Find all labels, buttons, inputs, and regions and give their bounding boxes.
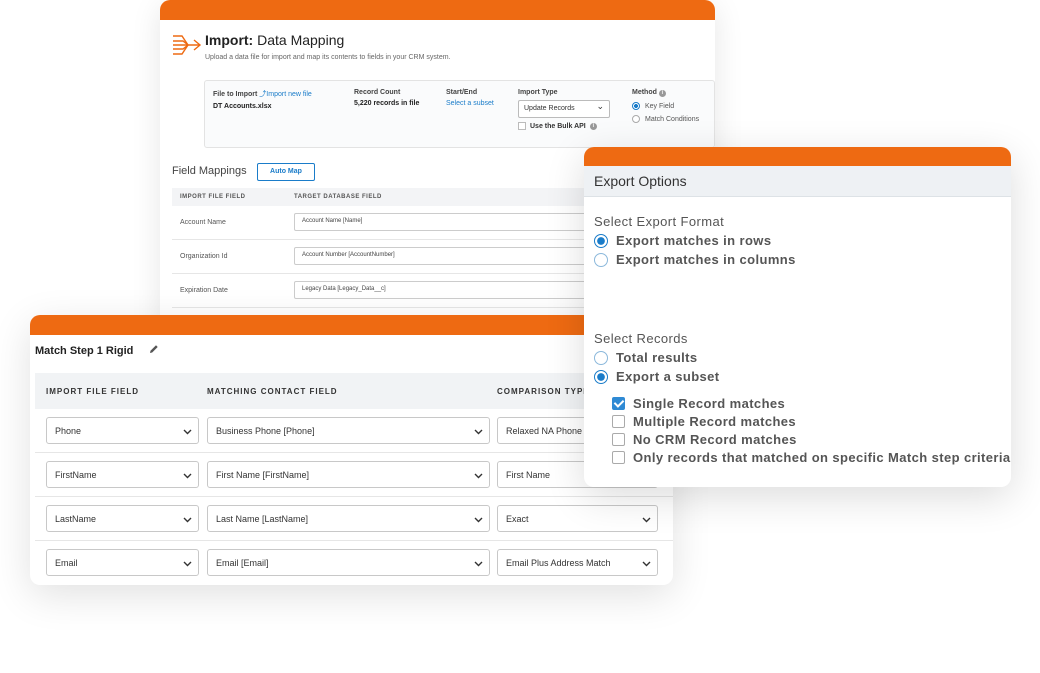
- single-record-matches-checkbox[interactable]: Single Record matches: [612, 396, 785, 411]
- checkbox-icon: [612, 415, 625, 428]
- total-results-radio[interactable]: Total results: [594, 350, 698, 365]
- chevron-down-icon: [474, 473, 483, 479]
- select-subset-link[interactable]: Select a subset: [446, 100, 494, 107]
- chevron-down-icon: [474, 429, 483, 435]
- comparison-type-select[interactable]: Exact: [497, 505, 658, 532]
- method-group: Method i Key Field Match Conditions: [632, 89, 700, 123]
- chevron-down-icon: [474, 561, 483, 567]
- import-new-file-link[interactable]: ⤴Import new file: [259, 91, 312, 98]
- record-count-group: Record Count 5,220 records in file: [354, 89, 420, 107]
- radio-icon: [594, 252, 608, 267]
- auto-map-button[interactable]: Auto Map: [257, 163, 315, 181]
- match-step-card: Match Step 1 Rigid IMPORT FILE FIELD MAT…: [30, 315, 673, 585]
- method-key-field-radio[interactable]: Key Field: [632, 102, 699, 110]
- no-crm-record-matches-checkbox[interactable]: No CRM Record matches: [612, 432, 797, 447]
- file-field-select[interactable]: Phone: [46, 417, 199, 444]
- info-icon: i: [658, 90, 666, 97]
- bulk-api-checkbox[interactable]: Use the Bulk API i: [518, 122, 610, 130]
- table-row: Email Email [Email] Email Plus Address M…: [35, 541, 673, 585]
- checkbox-icon: [612, 451, 625, 464]
- export-rows-radio[interactable]: Export matches in rows: [594, 233, 771, 248]
- import-logo-icon: [173, 35, 202, 55]
- export-options-card: Export Options Select Export Format Expo…: [584, 147, 1011, 487]
- contact-field-select[interactable]: Business Phone [Phone]: [207, 417, 490, 444]
- table-row: Phone Business Phone [Phone] Relaxed NA …: [35, 409, 673, 453]
- file-name: DT Accounts.xlsx: [213, 103, 272, 110]
- radio-selected-icon: [594, 369, 608, 384]
- chevron-down-icon: [642, 517, 651, 523]
- table-row: FirstName First Name [FirstName] First N…: [35, 453, 673, 497]
- file-to-import-group: File to Import ⤴Import new file DT Accou…: [213, 91, 312, 110]
- match-step-title: Match Step 1 Rigid: [35, 345, 134, 357]
- chevron-down-icon: [183, 561, 192, 567]
- match-table-header: IMPORT FILE FIELD MATCHING CONTACT FIELD…: [35, 373, 673, 409]
- chevron-down-icon: [642, 561, 651, 567]
- multiple-record-matches-checkbox[interactable]: Multiple Record matches: [612, 414, 796, 429]
- comparison-type-select[interactable]: Email Plus Address Match: [497, 549, 658, 576]
- import-type-select[interactable]: Update Records: [518, 100, 610, 118]
- import-header: Import: Data Mapping Upload a data file …: [172, 28, 702, 68]
- field-mappings-title: Field Mappings: [172, 165, 247, 177]
- chevron-down-icon: [183, 517, 192, 523]
- export-format-label: Select Export Format: [594, 214, 725, 229]
- select-records-label: Select Records: [594, 331, 688, 346]
- checkbox-icon: [518, 122, 526, 130]
- page-title: Import: Data Mapping: [205, 32, 345, 48]
- contact-field-select[interactable]: Email [Email]: [207, 549, 490, 576]
- specific-match-step-checkbox[interactable]: Only records that matched on specific Ma…: [612, 450, 1011, 465]
- page-subtitle: Upload a data file for import and map it…: [205, 54, 451, 61]
- import-type-group: Import Type Update Records Use the Bulk …: [518, 89, 610, 130]
- radio-selected-icon: [594, 233, 608, 248]
- card-top-bar: [584, 147, 1011, 166]
- info-icon: i: [589, 122, 597, 130]
- file-field-select[interactable]: Email: [46, 549, 199, 576]
- pencil-icon[interactable]: [148, 343, 160, 355]
- start-end-group: Start/End Select a subset: [446, 89, 494, 107]
- chevron-down-icon: [183, 473, 192, 479]
- checkbox-icon: [612, 433, 625, 446]
- checkbox-checked-icon: [612, 397, 625, 410]
- import-settings-box: File to Import ⤴Import new file DT Accou…: [204, 80, 715, 148]
- file-field-select[interactable]: FirstName: [46, 461, 199, 488]
- method-match-conditions-radio[interactable]: Match Conditions: [632, 115, 699, 123]
- radio-icon: [594, 350, 608, 365]
- chevron-down-icon: [183, 429, 192, 435]
- chevron-down-icon: [474, 517, 483, 523]
- contact-field-select[interactable]: First Name [FirstName]: [207, 461, 490, 488]
- card-top-bar: [160, 0, 715, 20]
- contact-field-select[interactable]: Last Name [LastName]: [207, 505, 490, 532]
- file-field-select[interactable]: LastName: [46, 505, 199, 532]
- table-row: LastName Last Name [LastName] Exact: [35, 497, 673, 541]
- card-top-bar: [30, 315, 673, 335]
- export-subset-radio[interactable]: Export a subset: [594, 369, 720, 384]
- export-columns-radio[interactable]: Export matches in columns: [594, 252, 796, 267]
- export-options-title: Export Options: [584, 166, 1011, 197]
